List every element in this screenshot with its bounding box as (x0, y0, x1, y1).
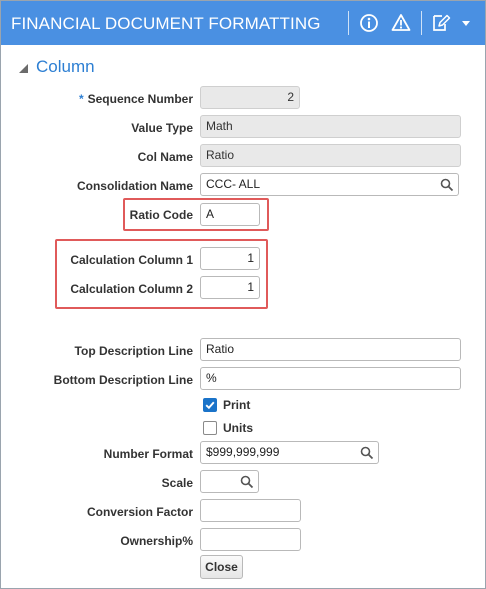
close-button[interactable]: Close (200, 555, 243, 579)
warning-icon[interactable] (390, 12, 412, 34)
dropdown-icon[interactable] (459, 12, 473, 34)
units-checkbox[interactable] (203, 421, 217, 435)
edit-icon[interactable] (431, 12, 451, 34)
consolidation-name-value: CCC- ALL (206, 177, 261, 191)
consolidation-name-field[interactable]: CCC- ALL (200, 173, 459, 196)
window-title: FINANCIAL DOCUMENT FORMATTING (11, 14, 321, 33)
ownership-label: Ownership% (120, 534, 193, 548)
dialog-window: FINANCIAL DOCUMENT FORMATTING Column * Se… (0, 0, 486, 589)
bottom-description-line-field[interactable]: % (200, 367, 461, 390)
print-label: Print (223, 398, 251, 412)
top-description-line-field[interactable]: Ratio (200, 338, 461, 361)
ratio-code-field[interactable]: A (200, 203, 260, 226)
required-indicator: * (78, 92, 84, 106)
checkmark-icon (205, 401, 215, 410)
search-icon[interactable] (440, 178, 454, 192)
collapse-caret-icon[interactable] (19, 64, 28, 73)
toolbar-separator (348, 11, 349, 35)
search-icon[interactable] (240, 475, 254, 489)
bottom-description-line-label: Bottom Description Line (53, 373, 193, 387)
title-bar: FINANCIAL DOCUMENT FORMATTING (1, 1, 485, 45)
search-icon[interactable] (360, 446, 374, 460)
number-format-value: $999,999,999 (206, 445, 280, 459)
ratio-code-label: Ratio Code (129, 208, 193, 222)
col-name-label: Col Name (137, 150, 193, 164)
info-icon[interactable] (358, 12, 380, 34)
calculation-column-2-field[interactable]: 1 (200, 276, 260, 299)
number-format-field[interactable]: $999,999,999 (200, 441, 379, 464)
value-type-field: Math (200, 115, 461, 138)
top-description-line-label: Top Description Line (74, 344, 193, 358)
ownership-field[interactable] (200, 528, 301, 551)
calculation-column-2-label: Calculation Column 2 (70, 282, 193, 296)
toolbar-separator (421, 11, 422, 35)
col-name-field: Ratio (200, 144, 461, 167)
value-type-label: Value Type (131, 121, 193, 135)
conversion-factor-label: Conversion Factor (86, 505, 193, 519)
section-title: Column (36, 57, 95, 76)
print-checkbox[interactable] (203, 398, 217, 412)
scale-field[interactable] (200, 470, 259, 493)
scale-label: Scale (161, 476, 193, 490)
consolidation-name-label: Consolidation Name (76, 179, 193, 193)
calculation-column-1-field[interactable]: 1 (200, 247, 260, 270)
units-label: Units (223, 421, 253, 435)
conversion-factor-field[interactable] (200, 499, 301, 522)
calculation-column-1-label: Calculation Column 1 (70, 253, 193, 267)
sequence-number-field: 2 (200, 86, 300, 109)
number-format-label: Number Format (103, 447, 193, 461)
sequence-number-label: * Sequence Number (78, 92, 193, 106)
